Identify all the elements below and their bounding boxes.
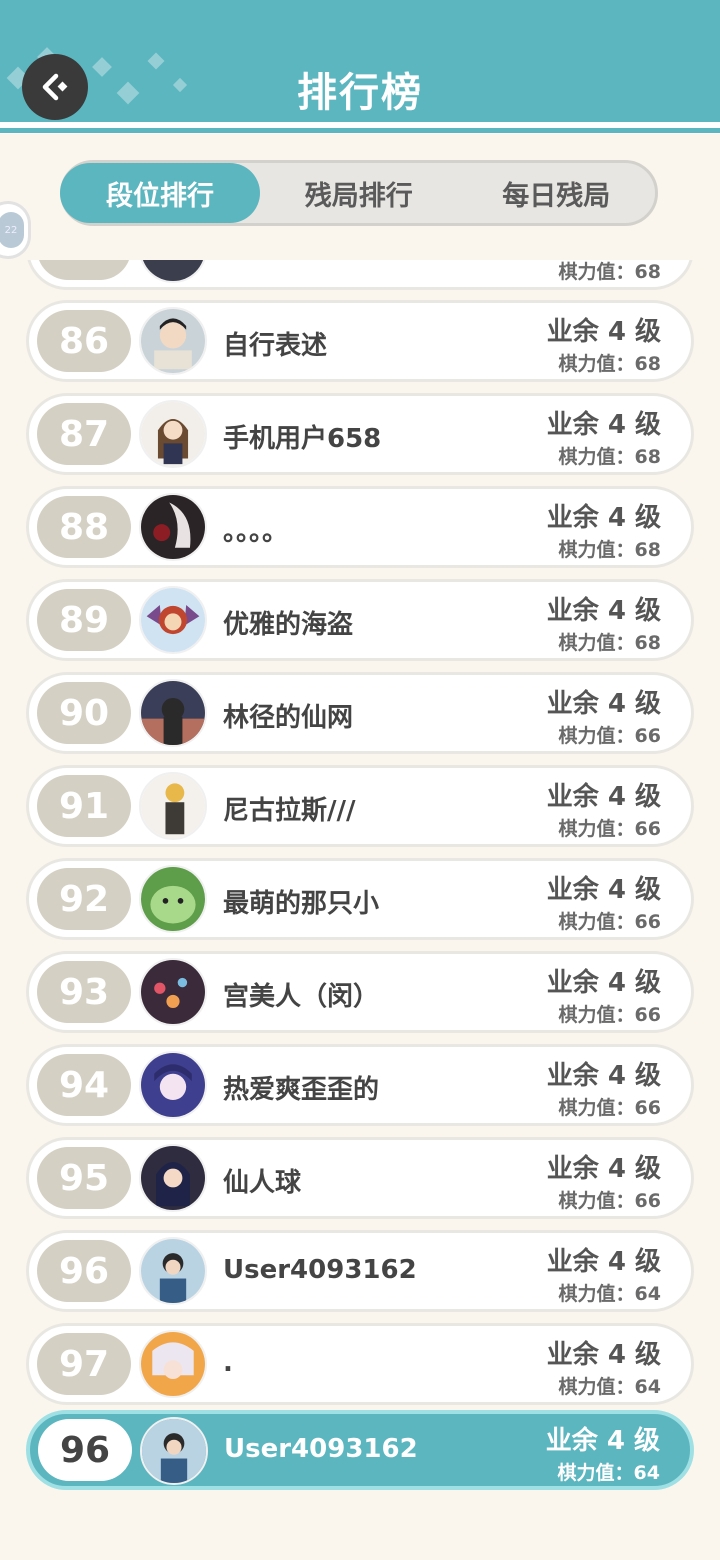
side-bubble-label: 22 — [0, 212, 24, 248]
my-name: User4093162 — [224, 1434, 418, 1464]
player-name: 最萌的那只小 — [223, 889, 380, 919]
list-item[interactable]: 95 仙人球 业余 4 级 棋力值：66 — [26, 1137, 694, 1219]
player-name: 尼古拉斯/// — [223, 796, 356, 826]
avatar — [139, 260, 207, 283]
avatar — [139, 307, 207, 375]
rank-badge: 93 — [37, 961, 131, 1023]
list-item[interactable]: 棋力值：68 — [26, 260, 694, 290]
rank-badge: 91 — [37, 775, 131, 837]
player-name: 优雅的海盗 — [223, 610, 354, 640]
player-level: 业余 4 级 — [546, 689, 661, 719]
rank-badge: 88 — [37, 496, 131, 558]
power-value: 棋力值：66 — [558, 911, 661, 933]
player-name: . — [223, 1348, 233, 1378]
avatar — [139, 493, 207, 561]
player-level: 业余 4 级 — [546, 782, 661, 812]
avatar — [139, 1237, 207, 1305]
list-item[interactable]: 90 林径的仙网 业余 4 级 棋力值：66 — [26, 672, 694, 754]
power-value: 棋力值：66 — [558, 1004, 661, 1026]
my-rank-row[interactable]: 96 User4093162 业余 4 级 棋力值：64 — [26, 1410, 694, 1490]
my-power-value: 棋力值：64 — [557, 1462, 660, 1484]
player-level: 业余 4 级 — [546, 503, 661, 533]
player-level: 业余 4 级 — [546, 410, 661, 440]
list-item[interactable]: 96 User4093162 业余 4 级 棋力值：64 — [26, 1230, 694, 1312]
power-value: 棋力值：66 — [558, 1190, 661, 1212]
avatar — [139, 679, 207, 747]
avatar — [139, 1144, 207, 1212]
header-divider-accent — [0, 128, 720, 133]
avatar — [139, 958, 207, 1026]
power-value: 棋力值：64 — [558, 1376, 661, 1398]
list-item[interactable]: 92 最萌的那只小 业余 4 级 棋力值：66 — [26, 858, 694, 940]
player-name: 宫美人（闵） — [223, 982, 380, 1012]
list-item[interactable]: 86 自行表述 业余 4 级 棋力值：68 — [26, 300, 694, 382]
rank-badge: 86 — [37, 310, 131, 372]
player-name: 手机用户658 — [223, 424, 382, 454]
my-rank-badge: 96 — [38, 1419, 132, 1481]
list-item[interactable]: 94 热爱爽歪歪的 业余 4 级 棋力值：66 — [26, 1044, 694, 1126]
ranking-list[interactable]: 棋力值：68 86 自行表述 业余 4 级 棋力值：68 87 手机用户658 … — [0, 260, 720, 1410]
player-name: 自行表述 — [223, 331, 328, 361]
tab-rank-ranking[interactable]: 段位排行 — [60, 163, 260, 223]
rank-badge: 97 — [37, 1333, 131, 1395]
power-value: 棋力值：66 — [558, 818, 661, 840]
list-item[interactable]: 97 . 业余 4 级 棋力值：64 — [26, 1323, 694, 1405]
page-title: 排行榜 — [297, 70, 423, 116]
list-item[interactable]: 89 优雅的海盗 业余 4 级 棋力值：68 — [26, 579, 694, 661]
player-name: 热爱爽歪歪的 — [223, 1075, 380, 1105]
player-level: 业余 4 级 — [546, 1154, 661, 1184]
player-name: 仙人球 — [223, 1168, 302, 1198]
player-level: 业余 4 级 — [546, 968, 661, 998]
player-level: 业余 4 级 — [546, 1061, 661, 1091]
player-level: 业余 4 级 — [546, 596, 661, 626]
player-name: User4093162 — [223, 1255, 417, 1285]
player-name: 。。。。 — [223, 517, 289, 547]
rank-badge: 96 — [37, 1240, 131, 1302]
avatar — [139, 1330, 207, 1398]
player-level: 业余 4 级 — [546, 1247, 661, 1277]
power-value: 棋力值：68 — [558, 353, 661, 375]
side-floating-button[interactable]: 22 — [0, 204, 28, 256]
player-name: 林径的仙网 — [223, 703, 354, 733]
tab-endgame-ranking[interactable]: 残局排行 — [260, 163, 458, 223]
power-value: 棋力值：68 — [558, 446, 661, 468]
avatar — [139, 1051, 207, 1119]
avatar — [139, 586, 207, 654]
rank-badge: 94 — [37, 1054, 131, 1116]
rank-badge: 95 — [37, 1147, 131, 1209]
power-value: 棋力值：66 — [558, 1097, 661, 1119]
player-level: 业余 4 级 — [546, 1340, 661, 1370]
power-value: 棋力值：68 — [558, 261, 661, 283]
player-level: 业余 4 级 — [546, 317, 661, 347]
avatar — [139, 772, 207, 840]
avatar — [139, 400, 207, 468]
rank-badge: 89 — [37, 589, 131, 651]
rank-badge: 92 — [37, 868, 131, 930]
my-level: 业余 4 级 — [545, 1426, 660, 1456]
list-item[interactable]: 88 。。。。 业余 4 级 棋力值：68 — [26, 486, 694, 568]
rank-badge — [37, 260, 131, 280]
rank-badge: 87 — [37, 403, 131, 465]
avatar — [139, 865, 207, 933]
power-value: 棋力值：68 — [558, 632, 661, 654]
player-level: 业余 4 级 — [546, 875, 661, 905]
power-value: 棋力值：66 — [558, 725, 661, 747]
ranking-tabs: 段位排行 残局排行 每日残局 — [60, 160, 658, 226]
list-item[interactable]: 91 尼古拉斯/// 业余 4 级 棋力值：66 — [26, 765, 694, 847]
power-value: 棋力值：64 — [558, 1283, 661, 1305]
list-item[interactable]: 93 宫美人（闵） 业余 4 级 棋力值：66 — [26, 951, 694, 1033]
list-item[interactable]: 87 手机用户658 业余 4 级 棋力值：68 — [26, 393, 694, 475]
header-bar: 排行榜 — [0, 0, 720, 134]
tab-daily-endgame[interactable]: 每日残局 — [458, 163, 656, 223]
power-value: 棋力值：68 — [558, 539, 661, 561]
avatar — [140, 1417, 208, 1485]
rank-badge: 90 — [37, 682, 131, 744]
